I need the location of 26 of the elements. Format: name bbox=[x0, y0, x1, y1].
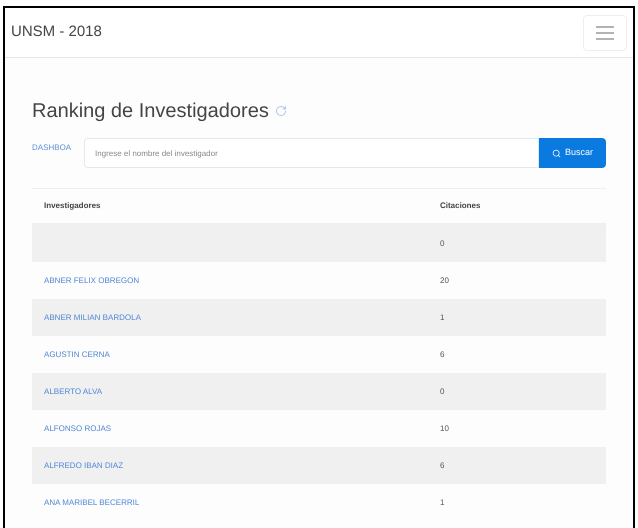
column-header: Citaciones bbox=[440, 200, 480, 212]
citations-cell: 0 bbox=[440, 386, 444, 398]
refresh-icon[interactable] bbox=[274, 105, 287, 117]
investigator-link[interactable]: ABNER FELIX OBREGON bbox=[44, 276, 140, 284]
citations-cell: 1 bbox=[440, 496, 444, 508]
investigator-link[interactable]: ABNER MILIAN BARDOLA bbox=[44, 312, 141, 322]
column-header: Investigadores bbox=[43, 200, 102, 212]
search-button[interactable]: Buscar bbox=[539, 138, 606, 168]
citations-cell: 0 bbox=[440, 238, 444, 250]
citations-cell: 1 bbox=[440, 312, 444, 324]
search-icon bbox=[552, 148, 561, 158]
menu-button[interactable] bbox=[583, 14, 627, 50]
page-title: Ranking de Investigadores bbox=[32, 99, 269, 124]
citations-cell: 6 bbox=[440, 460, 444, 472]
citations-cell: 10 bbox=[440, 422, 449, 434]
menu-icon bbox=[596, 26, 614, 40]
investigator-link[interactable]: ALFREDO IBAN DIAZ bbox=[44, 460, 124, 470]
search-field[interactable]: Ingrese el nombre del investigador bbox=[84, 138, 539, 168]
dashboard-link[interactable]: DASHBOA bbox=[32, 142, 84, 154]
investigator-link[interactable]: ALFONSO ROJAS bbox=[44, 424, 112, 432]
citations-cell: 20 bbox=[440, 274, 449, 286]
citations-cell: 6 bbox=[440, 348, 444, 360]
brand-text[interactable]: UNSM - 2018 bbox=[11, 21, 102, 44]
investigator-link[interactable]: AGUSTIN CERNA bbox=[44, 350, 110, 358]
investigator-link[interactable]: ANA MARIBEL BECERRIL bbox=[44, 498, 140, 506]
investigator-link[interactable]: ALBERTO ALVA bbox=[44, 386, 102, 396]
